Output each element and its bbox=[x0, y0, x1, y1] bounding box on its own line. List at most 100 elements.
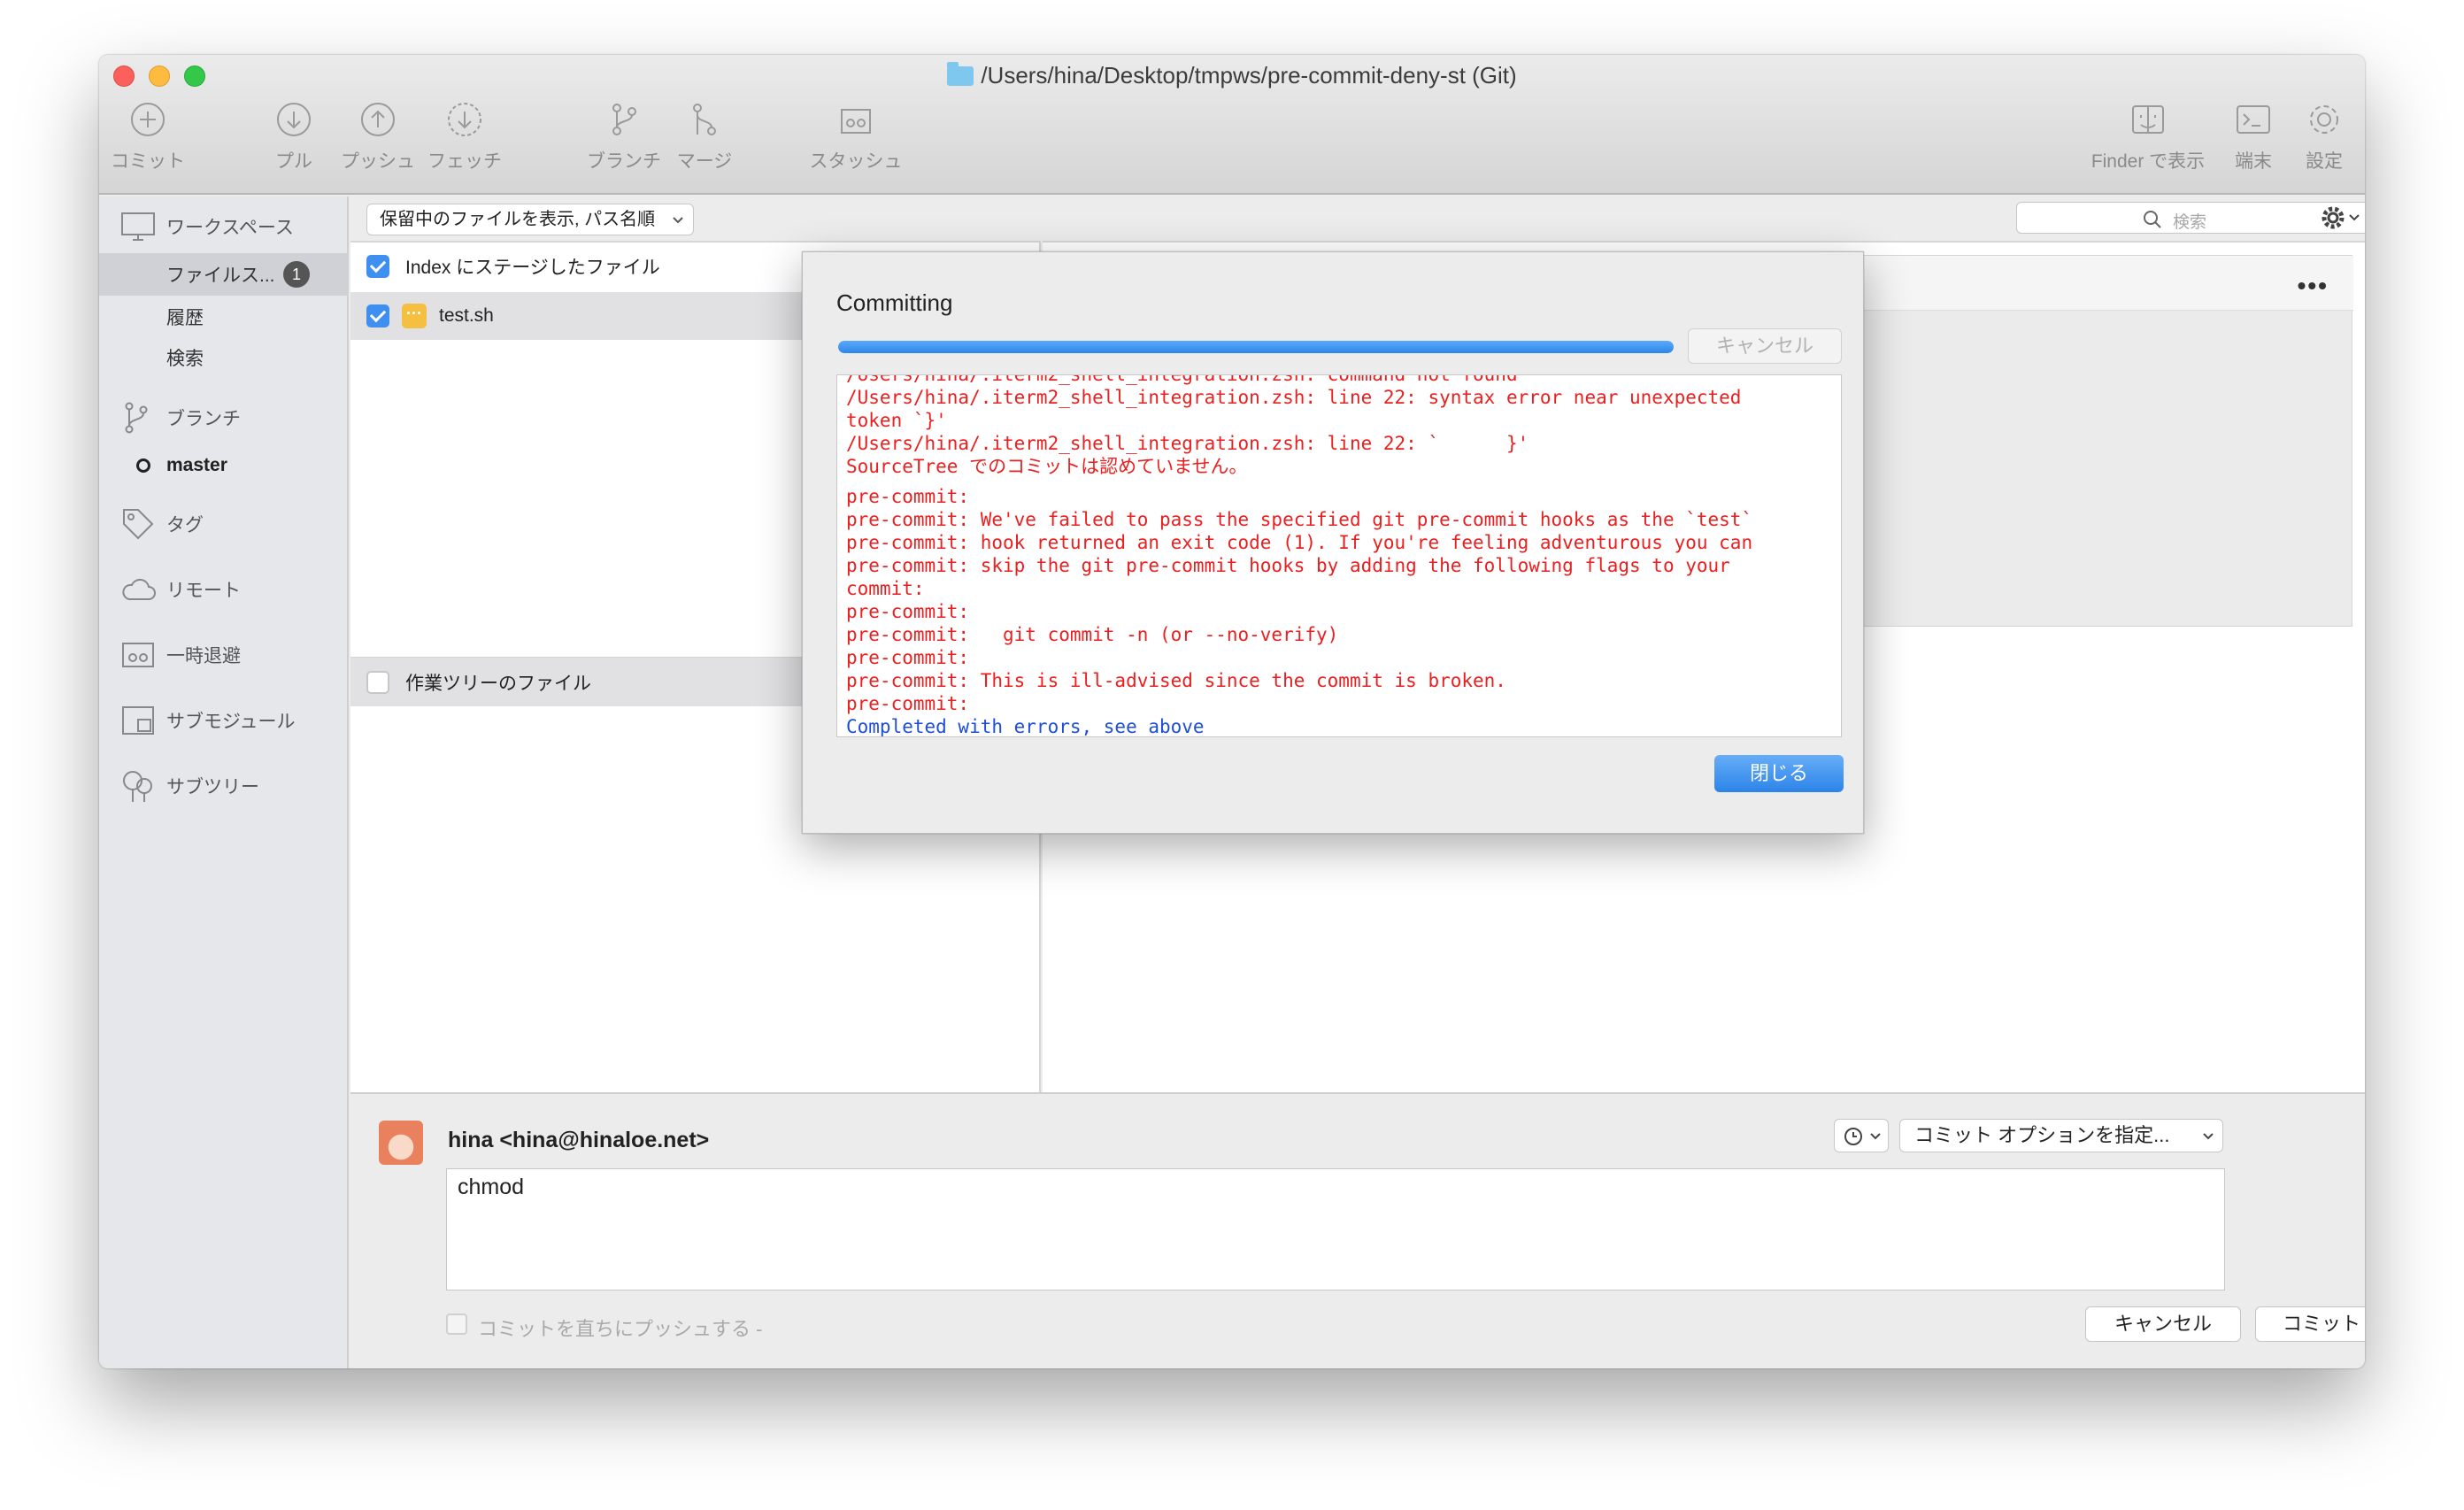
sidebar-file-status-label: ファイルス... bbox=[166, 266, 275, 286]
sidebar-branches[interactable]: ブランチ bbox=[99, 397, 349, 439]
tree-icon bbox=[123, 771, 152, 802]
working-tree-header-label: 作業ツリーのファイル bbox=[405, 673, 591, 694]
commit-log-text: /Users/hina/.iterm2_shell_integration.zs… bbox=[846, 374, 1829, 737]
chevron-down-icon bbox=[2203, 1133, 2214, 1140]
toolbar-merge-button[interactable]: マージ bbox=[669, 101, 740, 173]
sidebar-workspace[interactable]: ワークスペース bbox=[99, 205, 349, 248]
window-title-area: /Users/hina/Desktop/tmpws/pre-commit-den… bbox=[99, 62, 2365, 89]
log-line: pre-commit: This is ill-advised since th… bbox=[846, 670, 1506, 691]
file-checkbox[interactable] bbox=[366, 304, 389, 327]
cloud-icon bbox=[122, 578, 156, 600]
staged-files-checkbox[interactable] bbox=[366, 255, 389, 278]
cancel-button[interactable]: キャンセル bbox=[2085, 1306, 2241, 1342]
commit-progress-fill bbox=[838, 341, 1674, 353]
log-line: SourceTree でのコミットは認めていません。 bbox=[846, 456, 1248, 477]
modified-file-icon: ··· bbox=[402, 304, 427, 328]
file-view-dropdown-label: 保留中のファイルを表示, パス名順 bbox=[380, 210, 656, 229]
merge-icon bbox=[693, 104, 716, 135]
toolbar-stash-button[interactable]: スタッシュ bbox=[807, 101, 905, 173]
commit-progress-bar bbox=[838, 341, 1674, 353]
toolbar-fetch-label: フェッチ bbox=[427, 151, 502, 172]
toolbar-branch-button[interactable]: ブランチ bbox=[584, 101, 664, 173]
file-panel-header: 保留中のファイルを表示, パス名順 bbox=[350, 196, 1041, 243]
sidebar-submodules[interactable]: サブモジュール bbox=[99, 699, 349, 742]
arrow-up-circle-icon bbox=[361, 103, 395, 136]
toolbar-push-button[interactable]: プッシュ bbox=[338, 101, 418, 173]
commit-message-input[interactable]: chmod bbox=[446, 1168, 2225, 1290]
branch-icon bbox=[612, 104, 636, 135]
toolbar-commit-label: コミット bbox=[111, 151, 185, 172]
chevron-down-icon bbox=[2349, 214, 2360, 221]
chevron-down-icon bbox=[673, 217, 683, 224]
window-title: /Users/hina/Desktop/tmpws/pre-commit-den… bbox=[981, 62, 1517, 89]
working-tree-checkbox[interactable] bbox=[366, 670, 389, 694]
commit-button[interactable]: コミット bbox=[2255, 1306, 2365, 1342]
finder-icon bbox=[2132, 105, 2164, 134]
toolbar-pull-button[interactable]: プル bbox=[267, 101, 320, 173]
toolbar-settings-button[interactable]: 設定 bbox=[2298, 101, 2351, 173]
log-line: pre-commit: bbox=[846, 693, 970, 714]
log-line-clipped: /Users/hina/.iterm2_shell_integration.zs… bbox=[846, 374, 1518, 385]
toolbar-fetch-button[interactable]: フェッチ bbox=[425, 101, 504, 173]
log-line: token `}' bbox=[846, 410, 947, 431]
sidebar-stashes[interactable]: 一時退避 bbox=[99, 634, 349, 676]
toolbar-settings-label: 設定 bbox=[2306, 151, 2343, 172]
toolbar-finder-button[interactable]: Finder で表示 bbox=[2082, 101, 2214, 173]
diff-panel-header: 検索 bbox=[1043, 196, 2365, 243]
commit-author: hina <hina@hinaloe.net> bbox=[448, 1128, 710, 1152]
sidebar-workspace-label: ワークスペース bbox=[166, 218, 294, 238]
commit-log-output[interactable]: /Users/hina/.iterm2_shell_integration.zs… bbox=[836, 374, 1842, 737]
titlebar: /Users/hina/Desktop/tmpws/pre-commit-den… bbox=[99, 55, 2365, 195]
search-icon bbox=[2144, 211, 2161, 228]
terminal-icon bbox=[2237, 105, 2270, 134]
commit-options-dropdown[interactable]: コミット オプションを指定... bbox=[1899, 1119, 2223, 1152]
sidebar-subtrees[interactable]: サブツリー bbox=[99, 765, 349, 807]
plus-circle-icon bbox=[131, 103, 165, 136]
file-view-dropdown[interactable]: 保留中のファイルを表示, パス名順 bbox=[366, 204, 694, 235]
file-status-count-badge: 1 bbox=[283, 261, 310, 288]
search-field[interactable]: 検索 bbox=[2016, 202, 2365, 234]
toolbar-stash-label: スタッシュ bbox=[809, 151, 903, 172]
file-name: test.sh bbox=[439, 305, 494, 326]
log-line: commit: bbox=[846, 578, 925, 599]
sidebar-item-file-status[interactable]: ファイルス... 1 bbox=[99, 253, 349, 296]
log-line: pre-commit: git commit -n (or --no-verif… bbox=[846, 624, 1339, 645]
toolbar-commit-button[interactable]: コミット bbox=[108, 101, 188, 173]
push-immediately-label: コミットを直ちにプッシュする - bbox=[478, 1318, 763, 1340]
sidebar-remotes-label: リモート bbox=[166, 581, 241, 601]
sidebar-item-search[interactable]: 検索 bbox=[99, 336, 349, 379]
sidebar: ワークスペース ファイルス... 1 履歴 検索 ブランチ master タグ … bbox=[99, 196, 349, 1368]
toolbar-branch-label: ブランチ bbox=[587, 151, 661, 172]
stash-icon bbox=[841, 109, 871, 134]
sidebar-remotes[interactable]: リモート bbox=[99, 568, 349, 611]
log-completed-line: Completed with errors, see above bbox=[846, 716, 1205, 737]
committing-dialog: Committing キャンセル /Users/hina/.iterm2_she… bbox=[802, 251, 1864, 834]
toolbar-push-label: プッシュ bbox=[341, 151, 415, 172]
push-immediately-checkbox[interactable] bbox=[446, 1314, 467, 1335]
sidebar-item-history[interactable]: 履歴 bbox=[99, 296, 349, 338]
sidebar-tags[interactable]: タグ bbox=[99, 503, 349, 545]
options-gear-button[interactable] bbox=[2319, 202, 2363, 234]
sidebar-history-label: 履歴 bbox=[166, 308, 204, 328]
more-options-icon[interactable]: ••• bbox=[2298, 272, 2329, 300]
sidebar-branch-master-label: master bbox=[166, 455, 227, 475]
sidebar-branch-master[interactable]: master bbox=[99, 444, 349, 487]
gear-icon bbox=[2322, 206, 2345, 229]
toolbar-finder-label: Finder で表示 bbox=[2091, 151, 2206, 172]
stash-icon bbox=[122, 643, 154, 667]
dialog-cancel-button[interactable]: キャンセル bbox=[1688, 328, 1842, 364]
toolbar-pull-label: プル bbox=[275, 151, 312, 172]
branch-icon bbox=[125, 402, 148, 434]
commit-history-button[interactable] bbox=[1834, 1119, 1889, 1152]
sourcetree-window: /Users/hina/Desktop/tmpws/pre-commit-den… bbox=[99, 55, 2365, 1368]
sidebar-subtrees-label: サブツリー bbox=[166, 777, 259, 797]
chevron-down-icon bbox=[1870, 1133, 1881, 1140]
arrow-down-circle-icon bbox=[277, 103, 311, 136]
commit-area: hina <hina@hinaloe.net> コミット オプションを指定...… bbox=[350, 1092, 2365, 1368]
toolbar-terminal-button[interactable]: 端末 bbox=[2227, 101, 2280, 173]
log-line: pre-commit: bbox=[846, 486, 970, 507]
search-placeholder: 検索 bbox=[2173, 213, 2207, 232]
log-line: pre-commit: bbox=[846, 601, 970, 622]
log-line: /Users/hina/.iterm2_shell_integration.zs… bbox=[846, 387, 1742, 408]
dialog-close-button[interactable]: 閉じる bbox=[1714, 755, 1844, 792]
